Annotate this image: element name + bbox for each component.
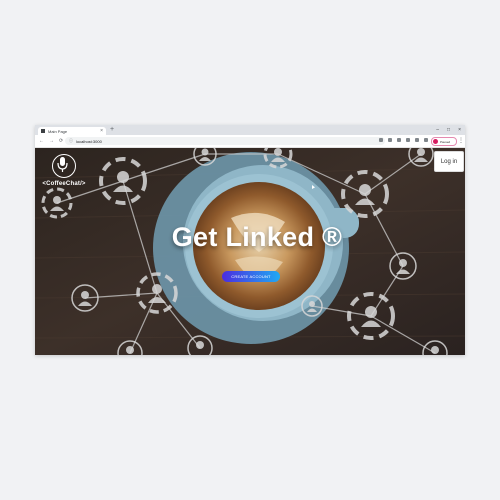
forward-button[interactable]: → xyxy=(49,137,54,145)
window-controls: – □ × xyxy=(436,126,461,134)
extension-icon[interactable] xyxy=(379,138,383,142)
profile-status: Paused xyxy=(440,139,451,144)
brand-name: <CoffeeChat/> xyxy=(42,181,86,187)
tab-title: Main Page xyxy=(48,128,68,134)
minimize-button[interactable]: – xyxy=(436,126,439,134)
login-button[interactable]: Log in xyxy=(434,151,464,172)
tab-strip: Main Page × + – □ × xyxy=(35,125,465,135)
page-viewport: <CoffeeChat/> Log in Get Linked ® CREATE… xyxy=(35,148,465,355)
nav-buttons: ← → ⟳ xyxy=(39,137,63,145)
browser-menu-icon[interactable]: ⋮ xyxy=(458,137,464,145)
extension-icon[interactable] xyxy=(415,138,419,142)
maximize-button[interactable]: □ xyxy=(447,126,450,134)
back-button[interactable]: ← xyxy=(39,137,44,145)
extension-icons xyxy=(379,138,428,142)
brand-logo[interactable]: <CoffeeChat/> xyxy=(39,154,89,194)
close-window-button[interactable]: × xyxy=(458,126,461,134)
address-bar[interactable]: ⓘ localhost:3000 xyxy=(65,137,385,145)
sidebar-icon[interactable] xyxy=(424,138,428,142)
avatar xyxy=(433,139,438,144)
extension-icon[interactable] xyxy=(406,138,410,142)
microphone-icon xyxy=(52,154,76,178)
extension-icon[interactable] xyxy=(397,138,401,142)
tab-main-page[interactable]: Main Page × xyxy=(38,127,106,135)
site-info-icon[interactable]: ⓘ xyxy=(69,138,73,144)
extension-icon[interactable] xyxy=(388,138,392,142)
browser-toolbar: ← → ⟳ ⓘ localhost:3000 Paused ⋮ xyxy=(35,135,465,148)
hero-headline: Get Linked ® xyxy=(171,222,343,252)
profile-button[interactable]: Paused xyxy=(431,137,457,146)
favicon-icon xyxy=(41,129,45,133)
browser-window: Main Page × + – □ × ← → ⟳ ⓘ localhost:30… xyxy=(35,125,465,355)
new-tab-button[interactable]: + xyxy=(110,126,114,134)
url-text: localhost:3000 xyxy=(76,138,102,144)
create-account-button[interactable]: CREATE ACCOUNT xyxy=(222,271,280,282)
reload-button[interactable]: ⟳ xyxy=(59,137,63,145)
tab-close-icon[interactable]: × xyxy=(100,128,103,134)
